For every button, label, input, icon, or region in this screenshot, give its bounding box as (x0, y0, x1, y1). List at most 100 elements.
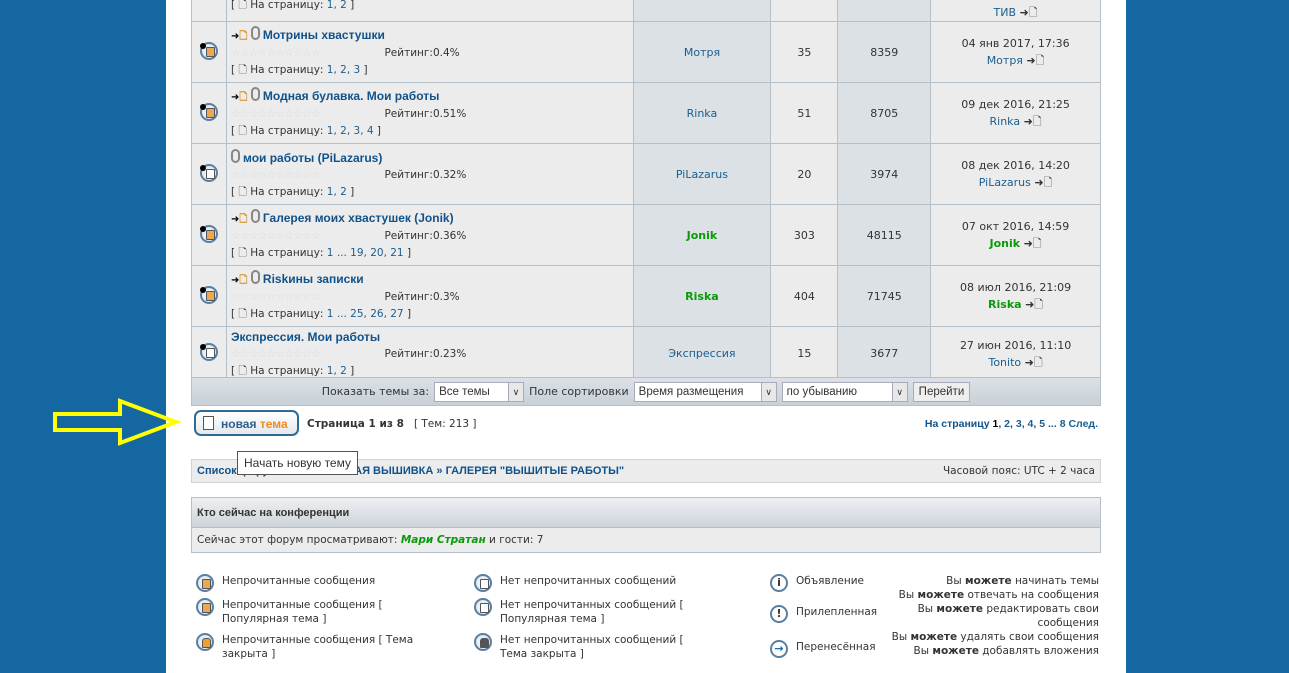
last-post-author[interactable]: Jonik (990, 237, 1021, 250)
attachment-icon (250, 26, 260, 40)
topics-table: [ 🗋 На страницу: 1, 2 ] ТИВ ➜🗋 ➜🗋 Мотрин… (191, 0, 1101, 381)
moved-icon: → (770, 640, 788, 658)
table-row: ➜🗋 Мотрины хвастушки ☆☆☆☆☆☆☆☆☆☆ Рейтинг:… (191, 21, 1101, 83)
table-row: Экспрессия. Мои работы ☆☆☆☆☆☆☆☆☆☆ Рейтин… (191, 326, 1101, 381)
topic-filter-bar: Показать темы за: Все темы ∨ Поле сортиро… (191, 377, 1101, 406)
page-links[interactable]: 1, 2, 3, 4 (327, 125, 374, 137)
views-count: 71745 (837, 265, 932, 327)
page-links[interactable]: 1, 2 (327, 365, 347, 377)
table-row: [ 🗋 На страницу: 1, 2 ] ТИВ ➜🗋 (191, 0, 1101, 22)
topic-pages: [ 🗋 На страницу: 1 ... 25, 26, 27 ] (230, 308, 412, 320)
topic-author[interactable]: PiLazarus (676, 168, 728, 181)
page-link[interactable]: 3 (1016, 418, 1022, 430)
goto-last-post-icon[interactable]: ➜🗋 (1024, 237, 1042, 250)
new-post-icon[interactable]: ➜🗋 (231, 92, 247, 103)
topic-status-icon (199, 224, 218, 243)
page-link[interactable]: 5 (1039, 418, 1045, 430)
new-post-icon[interactable]: ➜🗋 (231, 275, 247, 286)
rating-stars[interactable]: ☆☆☆☆☆☆☆☆☆☆ (231, 289, 381, 305)
permission-line: Вы можете начинать темы (946, 575, 1099, 587)
last-post-author[interactable]: Rinka (990, 115, 1021, 128)
topic-pages: [ 🗋 На страницу: 1, 2 ] (230, 0, 355, 11)
topic-status-icon (199, 343, 218, 361)
goto-last-post-icon[interactable]: ➜🗋 (1025, 356, 1043, 369)
page-links[interactable]: 1, 2 (327, 186, 347, 198)
page-links[interactable]: 1 ... 25, 26, 27 (327, 308, 404, 320)
replies-count: 303 (770, 204, 839, 266)
page-icon: 🗋 (238, 64, 247, 76)
chevron-down-icon: ∨ (508, 382, 524, 401)
read-hot-topic-icon (474, 598, 492, 616)
replies-count: 35 (770, 21, 839, 83)
goto-last-post-icon[interactable]: ➜🗋 (1034, 176, 1052, 189)
tooltip: Начать новую тему (237, 451, 358, 475)
chevron-down-icon: ∨ (760, 382, 776, 401)
rating-stars[interactable]: ☆☆☆☆☆☆☆☆☆☆ (231, 228, 381, 244)
topic-title[interactable]: Riskины записки (263, 272, 364, 286)
page-link[interactable]: 8 (1060, 418, 1066, 430)
topic-author[interactable]: Мотря (684, 46, 720, 59)
last-post-date: 08 дек 2016, 14:20 (961, 159, 1070, 172)
goto-last-post-icon[interactable]: ➜🗋 (1020, 6, 1038, 19)
online-user[interactable]: Мари Стратан (401, 534, 486, 546)
last-post-author[interactable]: PiLazarus (979, 176, 1031, 189)
rating-stars[interactable]: ☆☆☆☆☆☆☆☆☆☆ (231, 167, 381, 183)
rating-stars[interactable]: ☆☆☆☆☆☆☆☆☆☆ (231, 346, 381, 362)
topic-title[interactable]: Мотрины хвастушки (263, 28, 385, 42)
page-icon: 🗋 (238, 0, 247, 11)
new-post-icon[interactable]: ➜🗋 (231, 214, 247, 225)
topic-title[interactable]: Модная булавка. Мои работы (263, 89, 439, 103)
last-post-author[interactable]: ТИВ (994, 6, 1017, 19)
views-count: 48115 (837, 204, 932, 266)
topic-author[interactable]: Экспрессия (668, 347, 735, 360)
section-title: Кто сейчас на конференции (192, 498, 1100, 527)
topic-author[interactable]: Jonik (687, 229, 718, 242)
go-button[interactable]: Перейти (912, 381, 971, 402)
page-icon: 🗋 (238, 247, 247, 259)
page-links[interactable]: 1 ... 19, 20, 21 (327, 247, 404, 259)
rating-stars[interactable]: ☆☆☆☆☆☆☆☆☆☆ (231, 45, 381, 61)
page-icon: 🗋 (238, 364, 247, 377)
topic-pages: [ 🗋 На страницу: 1, 2 ] (230, 185, 355, 198)
unread-locked-topic-icon (196, 633, 214, 651)
topic-author[interactable]: Rinka (687, 107, 718, 120)
page-link[interactable]: 4 (1028, 418, 1034, 430)
attachment-icon (250, 270, 260, 284)
topic-author[interactable]: Riska (685, 290, 719, 303)
sort-order-select[interactable]: по убыванию ∨ (781, 381, 908, 402)
last-post-author[interactable]: Riska (988, 298, 1022, 311)
permission-line: Вы можете добавлять вложения (913, 645, 1099, 657)
page-links[interactable]: 1, 2, 3 (327, 64, 360, 76)
document-icon (203, 416, 214, 430)
rating-stars[interactable]: ☆☆☆☆☆☆☆☆☆☆ (231, 106, 381, 122)
new-topic-button[interactable]: новая тема (194, 410, 299, 436)
page-links[interactable]: 1, 2 (327, 0, 347, 11)
next-page-link[interactable]: След. (1068, 418, 1098, 430)
unread-topic-icon (196, 574, 214, 592)
topic-pages: [ 🗋 На страницу: 1, 2, 3, 4 ] (230, 125, 381, 137)
goto-last-post-icon[interactable]: ➜🗋 (1024, 115, 1042, 128)
replies-count: 404 (770, 265, 839, 327)
goto-last-post-icon[interactable]: ➜🗋 (1025, 298, 1043, 311)
views-count: 8359 (837, 21, 932, 83)
topic-title[interactable]: мои работы (PiLazarus) (243, 151, 382, 165)
sticky-icon: ! (770, 605, 788, 623)
views-count: 3677 (837, 326, 932, 381)
last-post-date: 08 июл 2016, 21:09 (960, 281, 1072, 294)
last-post-author[interactable]: Tonito (988, 356, 1021, 369)
topic-status-icon (199, 41, 218, 60)
topic-title[interactable]: Галерея моих хвастушек (Jonik) (263, 211, 454, 225)
sort-field-select[interactable]: Время размещения ∨ (633, 381, 777, 402)
page-icon: 🗋 (238, 308, 247, 320)
topic-title[interactable]: Экспрессия. Мои работы (231, 330, 380, 344)
show-topics-select[interactable]: Все темы ∨ (434, 381, 525, 402)
goto-last-post-icon[interactable]: ➜🗋 (1026, 54, 1044, 67)
page-link[interactable]: 2 (1004, 418, 1010, 430)
who-is-online: Кто сейчас на конференции Сейчас этот фо… (191, 497, 1101, 553)
page-icon: 🗋 (238, 125, 247, 137)
new-post-icon[interactable]: ➜🗋 (231, 31, 247, 42)
last-post-author[interactable]: Мотря (987, 54, 1023, 67)
replies-count: 20 (770, 143, 839, 205)
last-post-date: 04 янв 2017, 17:36 (961, 37, 1070, 50)
topic-status-icon (199, 102, 218, 121)
